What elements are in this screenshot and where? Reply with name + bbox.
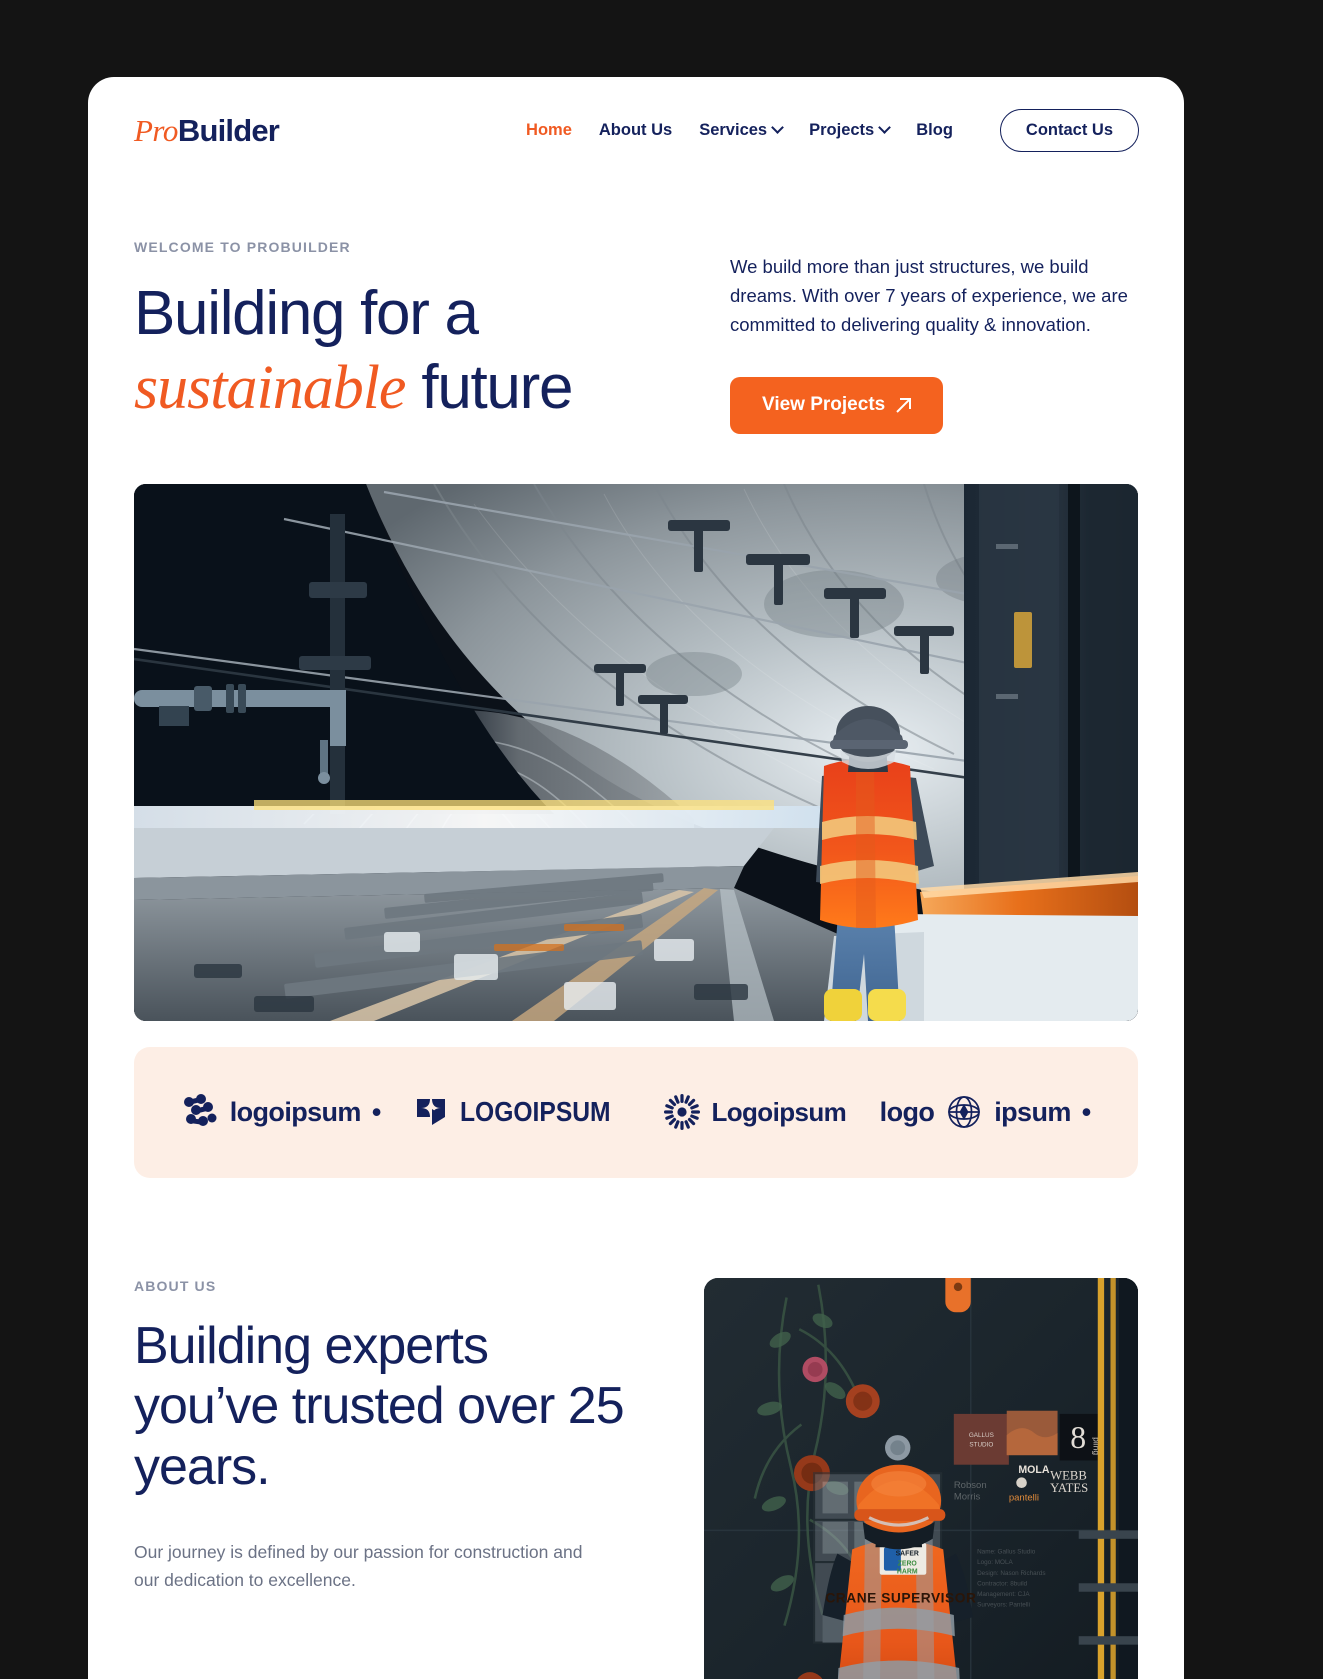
client-logo-3-text: Logoipsum bbox=[711, 1096, 847, 1127]
svg-text:Surveyors: Pantelli: Surveyors: Pantelli bbox=[977, 1601, 1030, 1608]
client-logo-1[interactable]: logoipsum • bbox=[181, 1093, 381, 1131]
nav-item-home[interactable]: Home bbox=[526, 121, 572, 140]
sunburst-icon bbox=[664, 1094, 701, 1131]
hero-text-column: WELCOME TO PROBUILDER Building for a sus… bbox=[134, 239, 690, 434]
hero-image-illustration bbox=[134, 483, 1138, 1021]
hero-title: Building for a sustainable future bbox=[134, 277, 690, 426]
svg-text:STUDIO: STUDIO bbox=[969, 1441, 993, 1448]
about-title: Building experts you’ve trusted over 25 … bbox=[134, 1316, 625, 1497]
nav-item-about-us[interactable]: About Us bbox=[599, 121, 672, 140]
view-projects-label: View Projects bbox=[762, 394, 886, 416]
hero-title-accent: sustainable bbox=[134, 354, 406, 423]
svg-text:HARM: HARM bbox=[897, 1568, 918, 1575]
svg-text:Logo: MOLA: Logo: MOLA bbox=[977, 1559, 1013, 1566]
svg-text:pantelli: pantelli bbox=[1009, 1492, 1039, 1503]
client-logo-3[interactable]: Logoipsum bbox=[664, 1094, 847, 1131]
brand-logo[interactable]: ProBuilder bbox=[134, 112, 280, 148]
svg-text:Contractor: 8build: Contractor: 8build bbox=[977, 1580, 1028, 1587]
nav-item-services-label: Services bbox=[699, 120, 768, 139]
arrow-up-right-icon bbox=[896, 397, 912, 413]
nav-item-projects[interactable]: Projects bbox=[809, 120, 892, 140]
svg-text:8: 8 bbox=[1070, 1419, 1086, 1454]
svg-text:Morris: Morris bbox=[954, 1491, 981, 1502]
brand-logo-builder: Builder bbox=[177, 112, 280, 148]
svg-text:Name: Gallus Studio: Name: Gallus Studio bbox=[977, 1548, 1036, 1555]
nav-item-projects-label: Projects bbox=[809, 120, 875, 139]
chevron-down-icon bbox=[771, 120, 784, 134]
dots-molecule-icon bbox=[183, 1094, 217, 1127]
client-logo-band: logoipsum • LOGOIPSUM Logoipsum logo ips… bbox=[134, 1046, 1138, 1178]
hero-section: WELCOME TO PROBUILDER Building for a sus… bbox=[88, 183, 1184, 434]
about-image-illustration: GALLUS STUDIO MOLA 8 pling pantelli WEBB… bbox=[704, 1277, 1138, 1679]
hero-title-tail: future bbox=[421, 353, 573, 423]
svg-text:Management: CJA: Management: CJA bbox=[977, 1591, 1030, 1598]
svg-text:SAFER: SAFER bbox=[896, 1550, 919, 1557]
hero-image bbox=[134, 483, 1138, 1021]
svg-text:Design: Nason Richards: Design: Nason Richards bbox=[977, 1569, 1045, 1576]
client-logo-4-text-after: ipsum bbox=[994, 1096, 1071, 1127]
about-eyebrow: ABOUT US bbox=[134, 1277, 217, 1294]
hero-title-line1: Building for a bbox=[134, 279, 479, 348]
site-header: ProBuilder Home About Us Services Projec… bbox=[88, 77, 1184, 183]
nav-item-services[interactable]: Services bbox=[699, 120, 784, 140]
brand-logo-pro: Pro bbox=[134, 112, 178, 148]
about-image: GALLUS STUDIO MOLA 8 pling pantelli WEBB… bbox=[704, 1277, 1138, 1679]
arrow-flag-icon bbox=[416, 1099, 445, 1126]
nav-item-about-us-label: About Us bbox=[598, 120, 673, 139]
svg-text:ZERO: ZERO bbox=[898, 1560, 918, 1567]
client-logo-4[interactable]: logo ipsum • bbox=[879, 1093, 1091, 1131]
client-logo-1-text: logoipsum bbox=[229, 1096, 362, 1127]
main-navigation: Home About Us Services Projects Blog Con… bbox=[526, 108, 1139, 152]
hero-copy-column: We build more than just structures, we b… bbox=[730, 239, 1138, 434]
about-paragraph: Our journey is defined by our passion fo… bbox=[134, 1542, 583, 1591]
website-viewport: ProBuilder Home About Us Services Projec… bbox=[88, 77, 1184, 1679]
svg-text:YATES: YATES bbox=[1050, 1481, 1088, 1495]
hero-paragraph: We build more than just structures, we b… bbox=[730, 256, 1128, 336]
svg-text:GALLUS: GALLUS bbox=[969, 1432, 994, 1439]
about-section: ABOUT US Building experts you’ve trusted… bbox=[88, 1178, 1184, 1679]
client-logo-2-text: LOGOIPSUM bbox=[459, 1096, 611, 1128]
client-logo-4-text-before: logo bbox=[879, 1096, 935, 1127]
svg-text:MOLA: MOLA bbox=[1018, 1464, 1050, 1476]
hero-eyebrow: WELCOME TO PROBUILDER bbox=[134, 239, 351, 255]
svg-text:Robson: Robson bbox=[954, 1480, 987, 1491]
globe-icon bbox=[948, 1096, 981, 1129]
nav-item-home-label: Home bbox=[526, 120, 572, 139]
contact-us-button[interactable]: Contact Us bbox=[999, 108, 1139, 152]
nav-item-blog-label: Blog bbox=[916, 120, 953, 139]
nav-item-blog[interactable]: Blog bbox=[916, 121, 953, 140]
chevron-down-icon bbox=[878, 120, 892, 134]
client-logo-2[interactable]: LOGOIPSUM bbox=[415, 1095, 631, 1129]
about-text-column: ABOUT US Building experts you’ve trusted… bbox=[134, 1278, 634, 1679]
view-projects-button[interactable]: View Projects bbox=[730, 376, 944, 434]
svg-text:CRANE SUPERVISOR: CRANE SUPERVISOR bbox=[825, 1590, 976, 1605]
